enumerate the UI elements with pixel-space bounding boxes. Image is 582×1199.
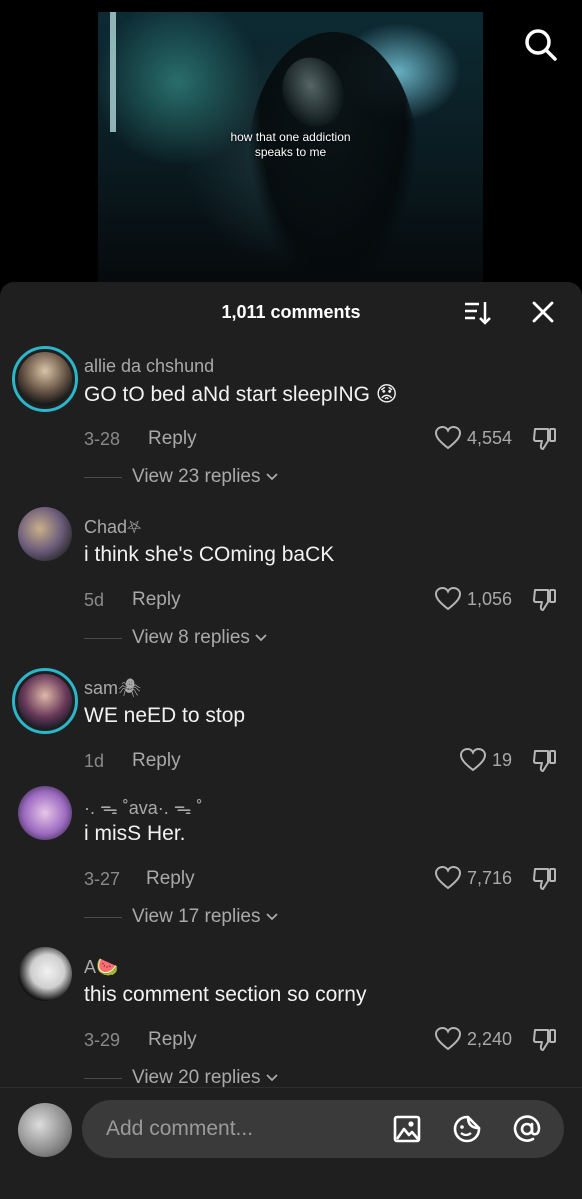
video-player[interactable]: how that one addiction speaks to me <box>0 0 582 300</box>
comment-date: 3-27 <box>84 869 121 889</box>
view-replies-button[interactable]: View 23 replies <box>84 466 279 488</box>
comment-text: i misS Her. <box>84 822 186 845</box>
avatar[interactable] <box>12 346 78 412</box>
like-button[interactable]: 1,056 <box>434 587 512 611</box>
like-count: 7,716 <box>466 867 512 888</box>
divider <box>84 916 122 918</box>
divider <box>84 637 122 639</box>
avatar[interactable] <box>18 947 72 1001</box>
like-count: 1,056 <box>466 588 512 609</box>
like-button[interactable]: 7,716 <box>434 866 512 890</box>
reply-button[interactable]: Reply <box>146 868 195 890</box>
view-replies-label: View 17 replies <box>132 906 261 927</box>
like-count: 19 <box>491 749 512 770</box>
video-caption: how that one addiction speaks to me <box>98 130 483 160</box>
heart-icon <box>434 866 461 890</box>
comment-username[interactable]: A🍉 <box>84 957 118 978</box>
video-caption-line1: how that one addiction <box>230 130 351 144</box>
avatar[interactable] <box>18 1103 72 1157</box>
divider <box>84 476 122 478</box>
comment-date: 3-28 <box>84 429 121 449</box>
comment-count: 1,011 comments <box>221 302 361 322</box>
comment-input-bar: Add comment... <box>0 1087 582 1199</box>
search-icon[interactable] <box>520 25 560 65</box>
view-replies-button[interactable]: View 8 replies <box>84 627 268 649</box>
view-replies-label: View 8 replies <box>132 627 250 648</box>
comment-date: 5d <box>84 590 105 610</box>
chevron-down-icon <box>255 634 267 642</box>
like-button[interactable]: 19 <box>459 748 512 772</box>
comment-username[interactable]: Chad⛧ <box>84 517 141 538</box>
avatar-image <box>18 947 72 1001</box>
chevron-down-icon <box>265 473 278 481</box>
view-replies-label: View 20 replies <box>132 1067 261 1087</box>
comment-input[interactable]: Add comment... <box>82 1100 564 1158</box>
comment-username[interactable]: ·. ᯓ ˚ava·. ᯓ ˚ <box>84 796 203 820</box>
like-count: 2,240 <box>466 1028 512 1049</box>
thumbs-down-icon[interactable] <box>532 866 558 892</box>
video-caption-line2: speaks to me <box>254 145 327 159</box>
thumbs-down-icon[interactable] <box>532 748 558 774</box>
view-replies-label: View 23 replies <box>132 466 261 487</box>
like-button[interactable]: 2,240 <box>434 1027 512 1051</box>
like-count: 4,554 <box>466 427 512 448</box>
comment-date: 3-29 <box>84 1030 121 1050</box>
comment-input-placeholder: Add comment... <box>106 1117 254 1140</box>
comment-text: i think she's COming baCK <box>84 543 335 566</box>
thumbs-down-icon[interactable] <box>532 587 558 613</box>
emoji-sticker-icon[interactable] <box>452 1114 482 1144</box>
view-replies-button[interactable]: View 20 replies <box>84 1067 279 1087</box>
heart-icon <box>459 748 486 772</box>
like-button[interactable]: 4,554 <box>434 426 512 450</box>
reply-button[interactable]: Reply <box>148 1029 197 1051</box>
at-mention-icon[interactable] <box>512 1114 542 1144</box>
reply-button[interactable]: Reply <box>132 750 181 772</box>
sort-icon[interactable] <box>463 299 493 327</box>
avatar[interactable] <box>18 507 72 561</box>
comment-text: WE neED to stop <box>84 704 246 727</box>
avatar[interactable] <box>12 668 78 734</box>
view-replies-button[interactable]: View 17 replies <box>84 906 279 928</box>
comment-text: this comment section so corny <box>84 983 367 1006</box>
divider <box>84 1077 122 1079</box>
reply-button[interactable]: Reply <box>148 428 197 450</box>
comment-username[interactable]: allie da chshund <box>84 356 214 377</box>
comments-sheet: 1,011 comments allie da chshund GO tO be… <box>0 282 582 1199</box>
chevron-down-icon <box>265 913 278 921</box>
thumbs-down-icon[interactable] <box>532 426 558 452</box>
reply-button[interactable]: Reply <box>132 589 181 611</box>
heart-icon <box>434 1027 461 1051</box>
heart-icon <box>434 426 461 450</box>
avatar-image <box>18 674 72 728</box>
chevron-down-icon <box>265 1074 278 1082</box>
thumbs-down-icon[interactable] <box>532 1027 558 1053</box>
comments-header: 1,011 comments <box>0 282 582 340</box>
avatar-image <box>18 786 72 840</box>
avatar-image <box>18 352 72 406</box>
heart-icon <box>434 587 461 611</box>
comment-text: GO tO bed aNd start sleepING 😟 <box>84 383 398 406</box>
close-icon[interactable] <box>530 299 556 325</box>
comment-list[interactable]: allie da chshund GO tO bed aNd start sle… <box>0 342 582 1087</box>
video-light-streak <box>110 12 116 132</box>
avatar-image <box>18 507 72 561</box>
avatar[interactable] <box>18 786 72 840</box>
comment-date: 1d <box>84 751 105 771</box>
image-icon[interactable] <box>392 1114 422 1144</box>
comment-username[interactable]: sam🕷 <box>84 678 141 699</box>
